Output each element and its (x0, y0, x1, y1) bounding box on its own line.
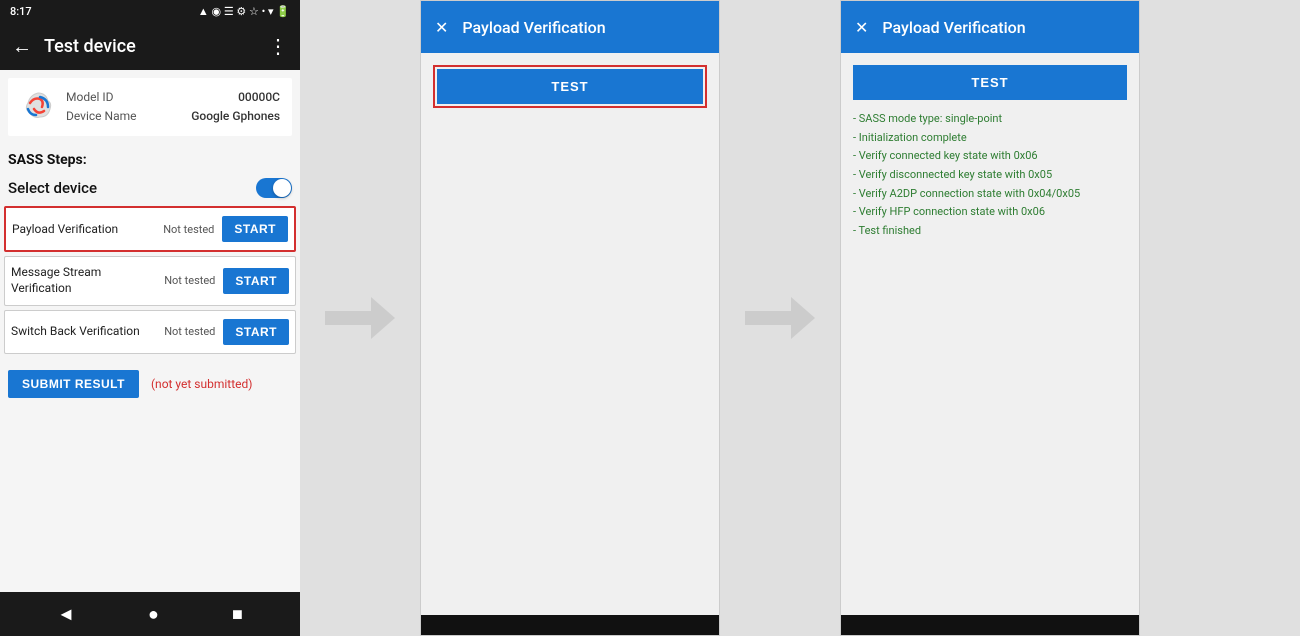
arrow-1 (325, 298, 395, 338)
arrow-1-head (371, 297, 395, 339)
dialog-panel-2: ✕ Payload Verification TEST - SASS mode … (840, 0, 1140, 636)
device-info-rows: Model ID 00000C Device Name Google Gphon… (66, 88, 280, 126)
sass-steps-label: SASS Steps: (0, 144, 300, 172)
start-message-button[interactable]: START (223, 268, 289, 294)
dialog-2-title: Payload Verification (882, 18, 1025, 37)
step-message-stream: Message StreamVerification Not tested ST… (4, 256, 296, 305)
dialog-1-content: TEST (421, 53, 719, 615)
dialog-bar-2: ✕ Payload Verification (841, 1, 1139, 53)
device-name-label: Device Name (66, 107, 137, 126)
model-id-row: Model ID 00000C (66, 88, 280, 107)
arrow-1-body (325, 311, 377, 325)
phone-screen: ← Test device ⋮ Model ID 00000C Device N… (0, 22, 300, 592)
dialog-1-close-icon[interactable]: ✕ (435, 18, 448, 37)
test-btn-1-wrapper: TEST (433, 65, 707, 108)
step-switch-back: Switch Back Verification Not tested STAR… (4, 310, 296, 354)
submit-result-button[interactable]: SUBMIT RESULT (8, 370, 139, 398)
status-time: 8:17 (10, 5, 32, 18)
dialog-panel-1: ✕ Payload Verification TEST (420, 0, 720, 636)
arrow-2-head (791, 297, 815, 339)
dialog-2-bottom-bar (841, 615, 1139, 635)
phone-frame: 8:17 ▲ ◉ ☰ ⚙ ☆ • ▾ 🔋 ← Test device ⋮ Mod… (0, 0, 300, 636)
select-device-label: Select device (8, 179, 97, 197)
arrow-2 (745, 298, 815, 338)
toggle-knob (273, 179, 291, 197)
select-device-row: Select device (0, 172, 300, 206)
dialog-2-content: TEST - SASS mode type: single-point- Ini… (841, 53, 1139, 615)
start-payload-button[interactable]: START (222, 216, 288, 242)
device-name-value: Google Gphones (191, 107, 280, 126)
arrow-2-container (720, 0, 840, 636)
step-status-payload: Not tested (163, 223, 214, 236)
step-name-switchback: Switch Back Verification (11, 324, 164, 340)
steps-list: Payload Verification Not tested START Me… (0, 206, 300, 357)
model-id-value: 00000C (238, 88, 280, 107)
back-button[interactable]: ← (12, 34, 32, 59)
nav-back-button[interactable]: ◄ (41, 600, 91, 629)
app-bar: ← Test device ⋮ (0, 22, 300, 70)
dialog-1-bottom-bar (421, 615, 719, 635)
app-title: Test device (44, 36, 268, 57)
sass-logo (20, 89, 56, 125)
arrow-1-container (300, 0, 420, 636)
device-info-card: Model ID 00000C Device Name Google Gphon… (8, 78, 292, 136)
status-icons: ▲ ◉ ☰ ⚙ ☆ • ▾ 🔋 (198, 5, 290, 18)
result-log: - SASS mode type: single-point- Initiali… (853, 110, 1127, 241)
step-status-message: Not tested (164, 274, 215, 287)
dialog-bar-1: ✕ Payload Verification (421, 1, 719, 53)
start-switchback-button[interactable]: START (223, 319, 289, 345)
test-button-1[interactable]: TEST (437, 69, 703, 104)
select-device-toggle[interactable] (256, 178, 292, 198)
menu-button[interactable]: ⋮ (268, 34, 288, 58)
dialog-1-title: Payload Verification (462, 18, 605, 37)
model-id-label: Model ID (66, 88, 113, 107)
step-status-switchback: Not tested (164, 325, 215, 338)
submit-row: SUBMIT RESULT (not yet submitted) (0, 358, 300, 410)
status-bar: 8:17 ▲ ◉ ☰ ⚙ ☆ • ▾ 🔋 (0, 0, 300, 22)
step-payload-verification: Payload Verification Not tested START (4, 206, 296, 252)
step-name-payload: Payload Verification (12, 222, 163, 238)
dialog-2-close-icon[interactable]: ✕ (855, 18, 868, 37)
device-name-row: Device Name Google Gphones (66, 107, 280, 126)
submit-status: (not yet submitted) (151, 377, 253, 391)
nav-recent-button[interactable]: ■ (216, 600, 259, 629)
arrow-2-body (745, 311, 797, 325)
test-button-2[interactable]: TEST (853, 65, 1127, 100)
step-name-message: Message StreamVerification (11, 265, 164, 296)
phone-nav-bar: ◄ ● ■ (0, 592, 300, 636)
nav-home-button[interactable]: ● (132, 600, 175, 629)
